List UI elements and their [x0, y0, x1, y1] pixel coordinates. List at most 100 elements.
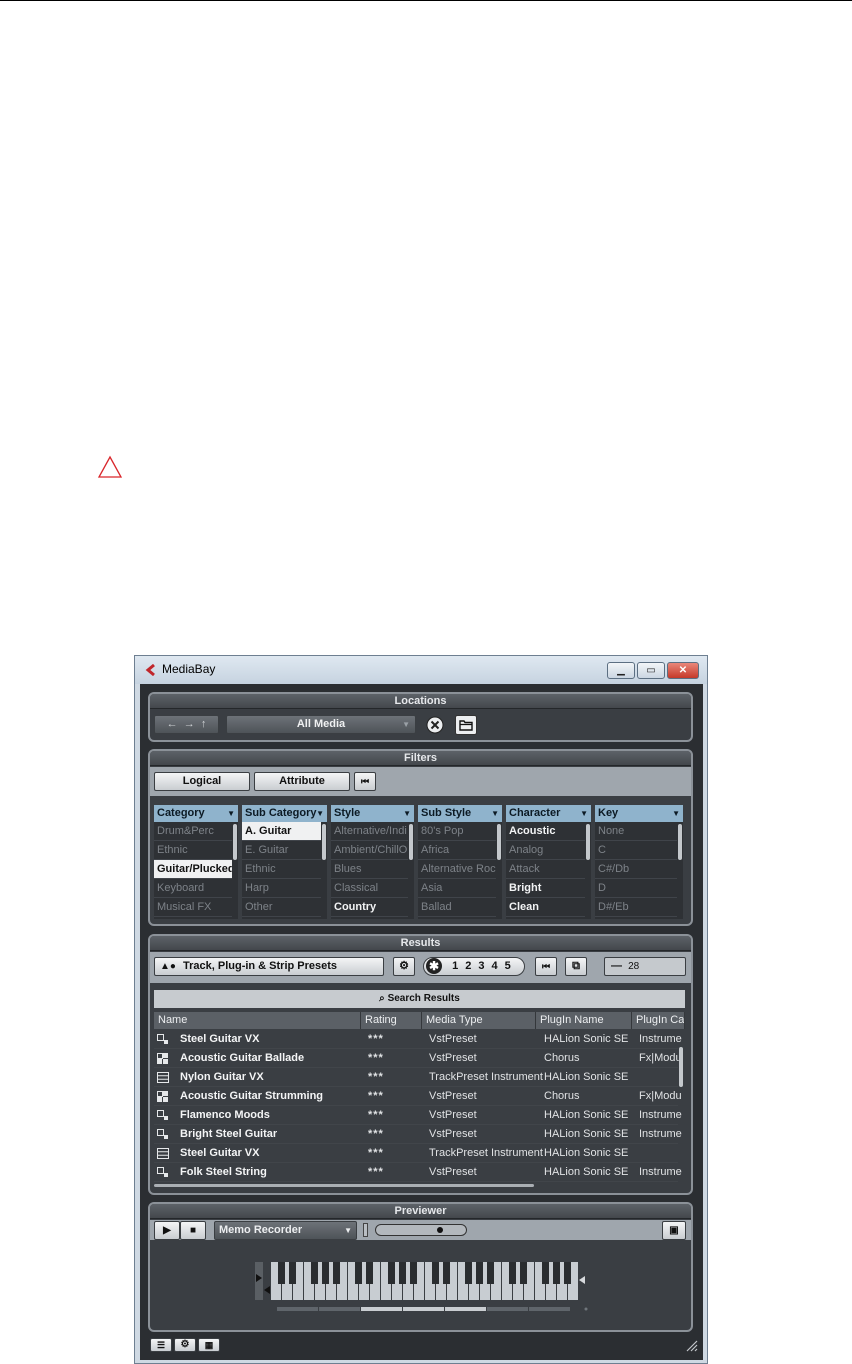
close-window-button[interactable]: ✕ [667, 662, 699, 679]
results-row[interactable]: Steel Guitar VX *** TrackPreset Instrument… [154, 1144, 678, 1163]
locations-dropdown[interactable]: All Media ▼ [226, 715, 416, 734]
rating-digit[interactable]: 4 [491, 960, 497, 972]
dropdown-arrow-icon[interactable]: ▼ [227, 805, 235, 822]
keyboard-display[interactable] [255, 1262, 591, 1314]
filter-item[interactable]: A. Guitar [242, 822, 321, 841]
filter-column-header[interactable]: Character ▼ [506, 805, 591, 822]
filter-item[interactable]: Ethnic [242, 860, 321, 879]
filter-item[interactable]: Guitar/Plucked [154, 860, 232, 879]
define-locations-icon[interactable] [455, 715, 477, 735]
filter-item[interactable]: Asia [418, 879, 496, 898]
clear-location-icon[interactable] [426, 716, 444, 734]
filter-item[interactable]: Other [242, 898, 321, 917]
filter-column-scrollbar[interactable] [586, 824, 590, 860]
filter-column-scrollbar[interactable] [678, 824, 682, 860]
filter-item[interactable]: Ballad [418, 898, 496, 917]
rating-digit[interactable]: 2 [465, 960, 471, 972]
cell-plugin: HALion Sonic SE [544, 1109, 629, 1121]
up-arrow-icon[interactable]: ↑ [201, 718, 207, 730]
filter-column-header[interactable]: Category ▼ [154, 805, 238, 822]
results-row[interactable]: Steel Guitar VX *** VstPreset HALion Sonic … [154, 1030, 682, 1049]
rating-filter[interactable]: ✱ 12345 [423, 957, 525, 976]
search-results-field[interactable]: ⌕ Search Results [154, 990, 685, 1008]
column-header[interactable]: Rating [361, 1012, 422, 1029]
dropdown-arrow-icon[interactable]: ▼ [672, 805, 680, 822]
filter-item[interactable]: Africa [418, 841, 496, 860]
dropdown-arrow-icon[interactable]: ▼ [403, 805, 411, 822]
sync-selection-icon[interactable]: ⧉ [565, 957, 587, 976]
filter-column-scrollbar[interactable] [409, 824, 413, 860]
results-row[interactable]: Acoustic Guitar Ballade *** VstPreset Choru… [154, 1049, 682, 1068]
filter-item[interactable]: Ethnic [154, 841, 232, 860]
filter-item[interactable]: Classical [331, 879, 408, 898]
column-header[interactable]: Media Type [422, 1012, 536, 1029]
column-header[interactable]: Name [154, 1012, 361, 1029]
settings-gear-icon[interactable]: ⚙ [393, 957, 415, 976]
filter-item[interactable]: Musical FX [154, 898, 232, 917]
filter-item[interactable]: C [595, 841, 677, 860]
filter-column-header[interactable]: Sub Category ▼ [242, 805, 327, 822]
filter-column-scrollbar[interactable] [233, 824, 237, 860]
filter-item[interactable]: Bright [506, 879, 585, 898]
layout-toggle-icon[interactable]: ☰ [150, 1338, 172, 1352]
filter-column-header[interactable]: Sub Style ▼ [418, 805, 502, 822]
rating-digit[interactable]: 5 [505, 960, 511, 972]
filter-item[interactable]: None [595, 822, 677, 841]
rating-digit[interactable]: 3 [478, 960, 484, 972]
results-row[interactable]: Folk Steel String *** VstPreset HALion Soni… [154, 1163, 682, 1182]
logical-button[interactable]: Logical [154, 772, 250, 791]
recorder-dropdown[interactable]: Memo Recorder ▼ [214, 1221, 357, 1240]
filter-item[interactable]: D#/Eb [595, 898, 677, 917]
filter-item[interactable]: Drum&Perc [154, 822, 232, 841]
filter-column-scrollbar[interactable] [322, 824, 326, 860]
filter-item[interactable]: Harp [242, 879, 321, 898]
keyboard-view-icon[interactable]: ▦ [198, 1338, 220, 1352]
filter-column-header[interactable]: Style ▼ [331, 805, 414, 822]
filter-item[interactable]: Attack [506, 860, 585, 879]
results-row[interactable]: Flamenco Moods *** VstPreset HALion Sonic S… [154, 1106, 682, 1125]
filter-column-scrollbar[interactable] [497, 824, 501, 860]
dropdown-arrow-icon[interactable]: ▼ [491, 805, 499, 822]
filter-column-header[interactable]: Key ▼ [595, 805, 683, 822]
preset-type-selector[interactable]: ▲● Track, Plug-in & Strip Presets [154, 957, 384, 976]
save-preview-icon[interactable]: ▣ [662, 1221, 686, 1240]
filter-item[interactable]: Alternative/Indi [331, 822, 408, 841]
results-horizontal-scrollbar[interactable] [154, 1184, 534, 1187]
filter-item[interactable]: 80's Pop [418, 822, 496, 841]
filter-item[interactable]: D [595, 879, 677, 898]
stop-button[interactable]: ■ [180, 1221, 206, 1240]
filter-item[interactable]: Alternative Rock [418, 860, 496, 879]
position-slider[interactable] [375, 1224, 467, 1236]
filter-item[interactable]: Keyboard [154, 879, 232, 898]
dropdown-arrow-icon[interactable]: ▼ [316, 805, 324, 822]
slider-handle[interactable] [437, 1227, 443, 1233]
results-row[interactable]: Bright Steel Guitar *** VstPreset HALion So… [154, 1125, 682, 1144]
rating-digit[interactable]: 1 [452, 960, 458, 972]
column-header[interactable]: PlugIn Name [536, 1012, 632, 1029]
attribute-button[interactable]: Attribute [254, 772, 350, 791]
reset-filters-button[interactable]: ⏮ [354, 772, 376, 791]
setup-gear-icon[interactable]: ⚙ [174, 1338, 196, 1352]
minimize-button[interactable]: ▁ [607, 662, 635, 679]
maximize-button[interactable]: ▭ [637, 662, 665, 679]
dropdown-arrow-icon[interactable]: ▼ [580, 805, 588, 822]
filter-item[interactable]: E. Guitar [242, 841, 321, 860]
column-header[interactable]: PlugIn Ca [632, 1012, 685, 1029]
filter-item[interactable]: Acoustic [506, 822, 585, 841]
filter-item[interactable]: Clean [506, 898, 585, 917]
reset-results-button[interactable]: ⏮ [535, 957, 557, 976]
filter-item[interactable]: C#/Db [595, 860, 677, 879]
filter-item[interactable]: Country [331, 898, 408, 917]
results-vertical-scrollbar[interactable] [679, 1047, 683, 1087]
results-row[interactable]: Nylon Guitar VX *** TrackPreset Instrument… [154, 1068, 678, 1087]
resize-grip-icon[interactable] [684, 1338, 698, 1352]
title-bar[interactable]: MediaBay ▁ ▭ ✕ [135, 656, 707, 684]
forward-arrow-icon[interactable]: → [184, 718, 195, 730]
back-arrow-icon[interactable]: ← [167, 718, 178, 730]
results-row[interactable]: Acoustic Guitar Strumming *** VstPreset Cho… [154, 1087, 682, 1106]
asterisk-icon[interactable]: ✱ [426, 958, 442, 974]
filter-item[interactable]: Blues [331, 860, 408, 879]
filter-item[interactable]: Analog [506, 841, 585, 860]
filter-item[interactable]: Ambient/ChillO [331, 841, 408, 860]
play-button[interactable]: ▶ [154, 1221, 180, 1240]
